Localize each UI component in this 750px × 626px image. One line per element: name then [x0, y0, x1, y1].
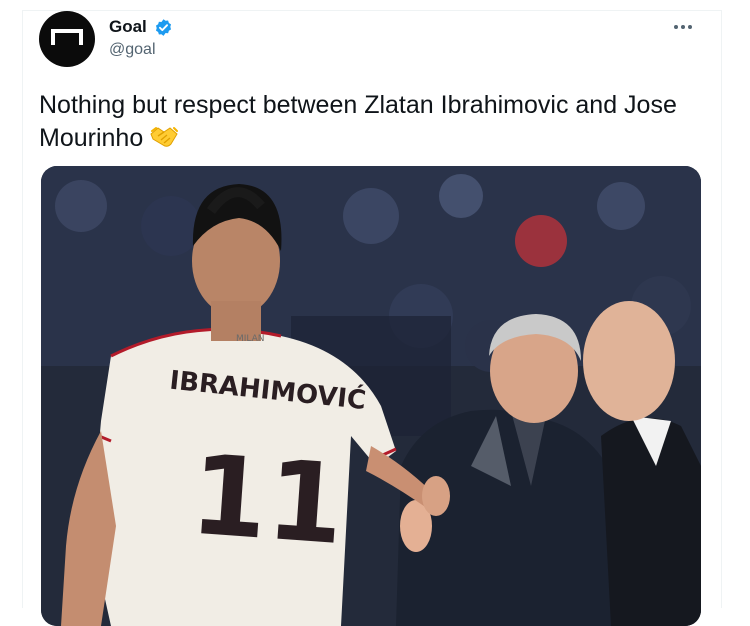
display-name[interactable]: Goal — [109, 17, 147, 37]
author-info[interactable]: Goal @goal — [109, 17, 173, 59]
tweet-header: Goal @goal — [39, 11, 699, 71]
tweet-card[interactable]: Goal @goal Nothing but respect between Z… — [22, 10, 722, 626]
tweet-text: Nothing but respect between Zlatan Ibrah… — [39, 91, 677, 152]
jersey-number: 11 — [187, 431, 349, 569]
more-horizontal-icon[interactable] — [671, 17, 695, 37]
handle[interactable]: @goal — [109, 41, 173, 59]
avatar[interactable] — [39, 11, 95, 67]
handshake-emoji-icon — [149, 124, 179, 159]
jersey-brand: MILAN — [236, 334, 265, 344]
goal-logo-icon — [51, 29, 83, 45]
tweet-photo[interactable]: IBRAHIMOVIĆ 11 MILAN — [41, 166, 701, 626]
tweet-text-block: Nothing but respect between Zlatan Ibrah… — [39, 89, 699, 159]
verified-badge-icon — [154, 18, 173, 37]
